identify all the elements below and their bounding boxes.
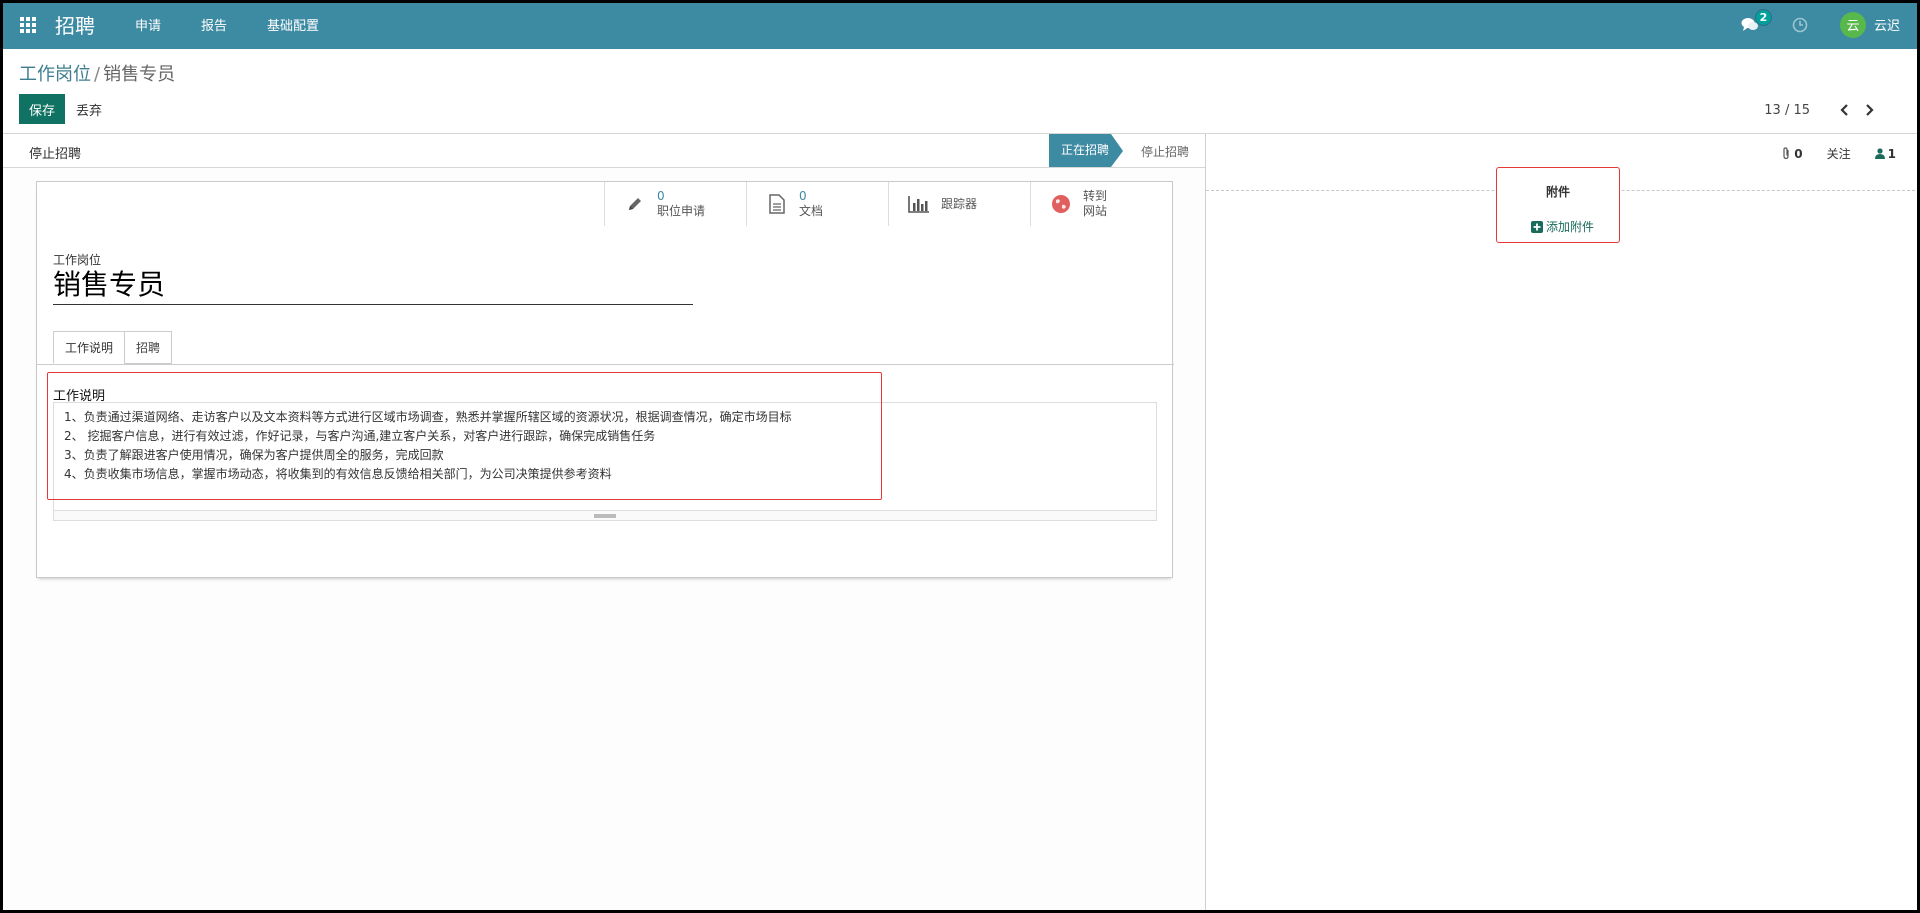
breadcrumb-separator: / [94,64,101,85]
tab-recruitment[interactable]: 招聘 [124,331,173,364]
chatter-topbar: 0 关注 1 [1757,145,1896,162]
chevron-left-icon [1840,104,1848,116]
followers-button[interactable]: 1 [1874,146,1896,161]
description-line: 4、负责收集市场信息，掌握市场动态，将收集到的有效信息反馈给相关部门，为公司决策… [64,467,612,481]
follow-button[interactable]: 关注 [1827,145,1851,162]
form-sheet: 0 职位申请 0 文档 跟踪器 转到 网站 工作岗位 销售专员 工作说明 招聘 … [36,181,1174,578]
stage-recruiting[interactable]: 正在招聘 [1049,134,1111,167]
documents-button[interactable]: 0 文档 [746,182,888,226]
menu-applications[interactable]: 申请 [135,15,161,34]
chevron-right-icon [1866,104,1874,116]
add-attachment-button[interactable]: 添加附件 [1531,218,1594,235]
attachment-title: 附件 [1545,185,1570,199]
website-label: 网站 [1083,204,1108,218]
globe-icon [1049,192,1073,216]
app-brand[interactable]: 招聘 [55,10,95,39]
trackers-label: 跟踪器 [941,196,978,211]
clock-icon [1792,17,1808,32]
go-to-label: 转到 [1083,189,1108,203]
job-position-label: 工作岗位 [53,253,102,267]
attachment-box: 附件 添加附件 [1496,167,1620,243]
editor-resize-handle[interactable] [594,514,616,518]
navbar-systray: 2 云 云迟 [1736,8,1900,39]
job-name-input[interactable]: 销售专员 [53,267,693,305]
user-name: 云迟 [1873,19,1900,34]
add-attachment-label: 添加附件 [1546,220,1595,234]
job-applications-label: 职位申请 [657,204,706,218]
paperclip-icon [1783,147,1789,160]
chatter-divider [1205,134,1206,913]
documents-label: 文档 [799,204,824,218]
chat-count-badge: 2 [1754,8,1772,26]
menu-reports[interactable]: 报告 [201,15,227,34]
menu-configuration[interactable]: 基础配置 [267,15,319,34]
trackers-button[interactable]: 跟踪器 [888,182,1030,226]
attachment-counter[interactable]: 0 [1781,146,1803,161]
stage-arrow [1111,134,1123,167]
editor-footer [54,510,1156,520]
top-navbar: 招聘 申请 报告 基础配置 2 云 云迟 [0,0,1920,49]
description-line: 2、 挖掘客户信息，进行有效过滤，作好记录，与客户沟通,建立客户关系，对客户进行… [64,429,656,443]
job-applications-count: 0 [657,189,665,203]
activity-menu[interactable] [1788,13,1812,37]
breadcrumb: 工作岗位 / 销售专员 [19,60,175,86]
pager-previous-button[interactable] [1834,100,1854,120]
stop-recruitment-button[interactable]: 停止招聘 [29,143,81,162]
bar-chart-icon [907,192,931,216]
breadcrumb-current: 销售专员 [103,64,176,85]
user-avatar: 云 [1839,11,1866,38]
breadcrumb-parent[interactable]: 工作岗位 [19,64,91,85]
pager-value[interactable]: 13 / 15 [1764,103,1810,118]
go-to-website-button[interactable]: 转到 网站 [1030,182,1172,226]
apps-grid-icon[interactable] [16,13,40,37]
pencil-icon [623,192,647,216]
description-line: 3、负责了解跟进客户使用情况，确保为客户提供周全的服务，完成回款 [64,448,444,462]
messaging-menu[interactable]: 2 [1736,8,1772,39]
user-menu[interactable]: 云 云迟 [1839,11,1900,38]
documents-count: 0 [799,189,807,203]
stage-stopped[interactable]: 停止招聘 [1141,143,1189,160]
user-icon [1874,148,1885,159]
tabs-divider [37,364,1174,365]
description-editor[interactable]: 1、负责通过渠道网络、走访客户以及文本资料等方式进行区域市场调查，熟悉并掌握所辖… [53,402,1157,521]
tab-job-description[interactable]: 工作说明 [53,331,126,364]
smart-button-box: 0 职位申请 0 文档 跟踪器 转到 网站 [604,182,1172,226]
notebook-tabs: 工作说明 招聘 [53,331,173,364]
job-applications-button[interactable]: 0 职位申请 [604,182,746,226]
save-button[interactable]: 保存 [19,94,65,124]
pager: 13 / 15 [1764,100,1880,120]
document-icon [765,192,789,216]
description-line: 1、负责通过渠道网络、走访客户以及文本资料等方式进行区域市场调查，熟悉并掌握所辖… [64,410,792,424]
form-statusbar: 停止招聘 正在招聘 停止招聘 [0,134,1205,168]
description-content[interactable]: 1、负责通过渠道网络、走访客户以及文本资料等方式进行区域市场调查，熟悉并掌握所辖… [54,403,1156,489]
followers-count: 1 [1887,146,1896,161]
plus-square-icon [1531,220,1543,233]
pager-next-button[interactable] [1860,100,1880,120]
attachment-count: 0 [1794,146,1803,161]
discard-button[interactable]: 丢弃 [76,94,102,124]
